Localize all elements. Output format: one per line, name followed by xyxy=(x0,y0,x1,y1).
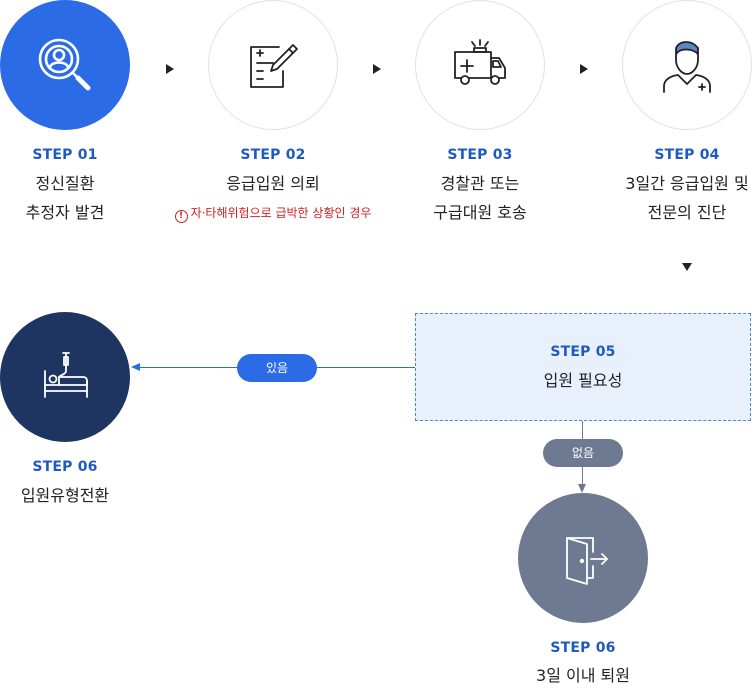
exit-door-icon xyxy=(566,537,608,585)
step-03-label: STEP 03 xyxy=(447,147,513,163)
step-03-title-line1: 경찰관 또는 xyxy=(440,174,520,193)
warning-icon: ! xyxy=(174,210,188,223)
step-05-title: 입원 필요성 xyxy=(543,371,623,390)
step-04-circle xyxy=(622,0,752,130)
step-05-label: STEP 05 xyxy=(550,344,616,360)
step-02-circle xyxy=(208,0,338,130)
doctor-icon xyxy=(663,41,711,93)
arrow-right-1 xyxy=(166,64,174,74)
step-03-circle xyxy=(415,0,545,130)
step-03-title: 경찰관 또는 구급대원 호송 xyxy=(370,169,590,227)
yes-branch-pill: 있음 xyxy=(237,354,317,382)
step-03-title-line2: 구급대원 호송 xyxy=(433,203,527,222)
no-branch-pill: 없음 xyxy=(543,439,623,467)
arrow-down-1 xyxy=(682,263,692,271)
arrow-right-3 xyxy=(580,64,588,74)
step-06-discharge-label: STEP 06 xyxy=(550,640,616,656)
step-06-conversion-circle xyxy=(0,312,130,442)
step-06-conversion-title: 입원유형전환 xyxy=(20,486,110,505)
step-02-label: STEP 02 xyxy=(240,147,306,163)
no-branch-arrowhead xyxy=(578,484,586,493)
step-01-circle xyxy=(0,0,130,130)
search-person-icon xyxy=(38,38,91,91)
hospital-bed-icon xyxy=(44,352,88,398)
step-01-title-line1: 정신질환 xyxy=(35,174,95,193)
step-04-label: STEP 04 xyxy=(654,147,720,163)
step-06-discharge-circle xyxy=(518,493,648,623)
yes-branch-arrowhead xyxy=(131,363,140,371)
step-02-warning-text: 자·타해위험으로 급박한 상황인 경우 xyxy=(190,206,372,220)
document-pen-icon xyxy=(250,44,298,88)
step-06-discharge-title: 3일 이내 퇴원 xyxy=(536,666,630,685)
step-02-title: 응급입원 의뢰 xyxy=(226,174,320,193)
arrow-right-2 xyxy=(373,64,381,74)
step-04-title: 3일간 응급입원 및 전문의 진단 xyxy=(577,169,755,227)
step-04-title-line2: 전문의 진단 xyxy=(647,203,727,222)
step-06-conversion-label: STEP 06 xyxy=(32,459,98,475)
ambulance-icon xyxy=(454,39,506,85)
step-01-label: STEP 01 xyxy=(32,147,98,163)
step-04-title-line1: 3일간 응급입원 및 xyxy=(625,174,749,193)
